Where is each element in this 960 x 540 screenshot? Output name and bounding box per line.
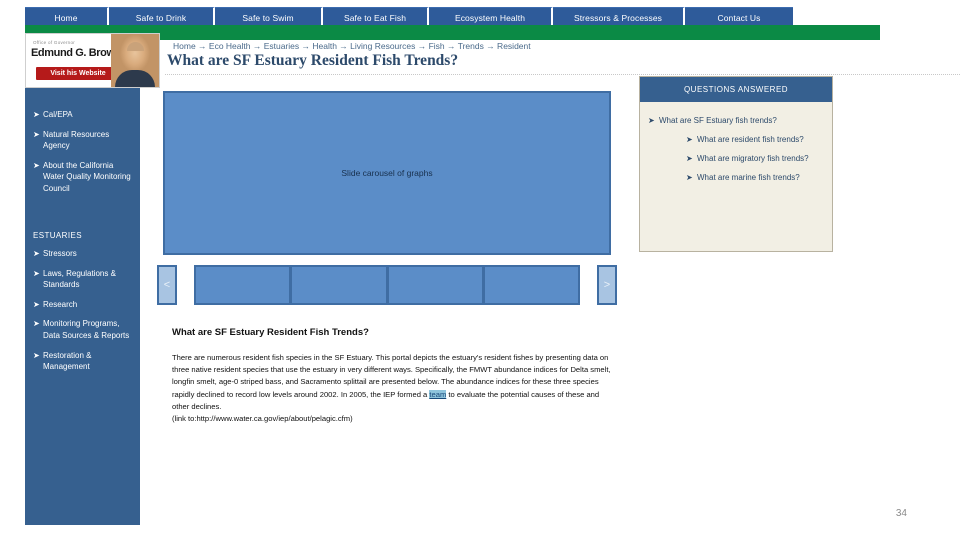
- carousel-thumbnails: [194, 265, 580, 305]
- badge-office-label: Office of Governor: [33, 40, 76, 45]
- sidebar-item-label: Stressors: [43, 249, 77, 258]
- sidebar-item-label: Cal/EPA: [43, 110, 73, 119]
- carousel-thumbnail[interactable]: [194, 265, 291, 305]
- arrow-bullet-icon: ➤: [33, 268, 40, 278]
- sidebar-item-research[interactable]: ➤ Research: [33, 299, 135, 311]
- qa-item-sf-estuary-fish-trends[interactable]: ➤ What are SF Estuary fish trends?: [648, 112, 824, 129]
- nav-tab-label: Safe to Eat Fish: [343, 13, 407, 23]
- sidebar-item-about-council[interactable]: ➤ About the California Water Quality Mon…: [33, 160, 135, 195]
- carousel-thumbnail[interactable]: [290, 265, 387, 305]
- sidebar-item-calepa[interactable]: ➤ Cal/EPA: [33, 109, 135, 121]
- sidebar-top-links: ➤ Cal/EPA ➤ Natural Resources Agency ➤ A…: [33, 109, 135, 203]
- arrow-bullet-icon: ➤: [33, 110, 40, 119]
- sidebar-item-monitoring-programs[interactable]: ➤ Monitoring Programs, Data Sources & Re…: [33, 318, 135, 341]
- left-sidebar: ➤ Cal/EPA ➤ Natural Resources Agency ➤ A…: [25, 33, 140, 525]
- page-title: What are SF Estuary Resident Fish Trends…: [167, 52, 459, 69]
- arrow-bullet-icon: ➤: [648, 116, 655, 125]
- sidebar-item-laws-regulations-standards[interactable]: ➤ Laws, Regulations & Standards: [33, 268, 135, 291]
- breadcrumb[interactable]: Home → Eco Health → Estuaries → Health →…: [173, 41, 531, 51]
- arrow-bullet-icon: ➤: [686, 154, 693, 163]
- sidebar-item-label: About the California Water Quality Monit…: [43, 160, 131, 193]
- badge-text-area: Office of Governor Edmund G. Brown Jr. V…: [26, 34, 136, 87]
- body-link-note: (link to:http://www.water.ca.gov/iep/abo…: [172, 414, 353, 424]
- governor-badge[interactable]: Office of Governor Edmund G. Brown Jr. V…: [25, 33, 160, 88]
- nav-tab-label: Safe to Swim: [242, 13, 294, 23]
- questions-answered-list: ➤ What are SF Estuary fish trends? ➤ Wha…: [640, 102, 832, 186]
- nav-tab-label: Stressors & Processes: [573, 13, 663, 23]
- questions-answered-header: QUESTIONS ANSWERED: [640, 77, 832, 102]
- sidebar-item-restoration-management[interactable]: ➤ Restoration & Management: [33, 350, 135, 373]
- qa-item-marine-fish-trends[interactable]: ➤ What are marine fish trends?: [686, 169, 824, 186]
- nav-tab-label: Contact Us: [717, 13, 761, 23]
- sidebar-item-label: Natural Resources Agency: [43, 129, 110, 151]
- governor-portrait-image: [111, 34, 159, 87]
- qa-item-label: What are migratory fish trends?: [697, 154, 809, 163]
- qa-item-label: What are marine fish trends?: [697, 173, 800, 182]
- arrow-bullet-icon: ➤: [686, 135, 693, 144]
- qa-item-label: What are resident fish trends?: [697, 135, 804, 144]
- arrow-bullet-icon: ➤: [33, 319, 40, 329]
- carousel-thumbnail[interactable]: [386, 265, 483, 305]
- carousel-thumbnail-row: < >: [157, 265, 617, 305]
- arrow-bullet-icon: ➤: [33, 160, 40, 170]
- nav-tab-label: Ecosystem Health: [454, 13, 526, 23]
- title-divider: [165, 74, 960, 76]
- team-link[interactable]: team: [429, 389, 447, 399]
- qa-item-label: What are SF Estuary fish trends?: [659, 116, 777, 125]
- arrow-bullet-icon: ➤: [686, 173, 693, 182]
- visit-website-button[interactable]: Visit his Website: [36, 67, 120, 80]
- sidebar-item-label: Monitoring Programs, Data Sources & Repo…: [43, 319, 130, 340]
- arrow-bullet-icon: ➤: [33, 129, 40, 139]
- sidebar-estuaries-section: ESTUARIES ➤ Stressors ➤ Laws, Regulation…: [33, 229, 135, 381]
- sidebar-item-natural-resources-agency[interactable]: ➤ Natural Resources Agency: [33, 129, 135, 152]
- slide-carousel-main[interactable]: Slide carousel of graphs: [163, 91, 611, 255]
- sidebar-item-label: Laws, Regulations & Standards: [43, 268, 116, 290]
- arrow-bullet-icon: ➤: [33, 299, 40, 309]
- nav-tab-label: Safe to Drink: [135, 13, 187, 23]
- carousel-next-arrow-icon[interactable]: >: [597, 265, 617, 305]
- arrow-bullet-icon: ➤: [33, 350, 40, 360]
- slide-carousel-placeholder-label: Slide carousel of graphs: [341, 168, 433, 178]
- carousel-prev-arrow-icon[interactable]: <: [157, 265, 177, 305]
- nav-tab-label: Home: [54, 13, 78, 23]
- carousel-thumbnail[interactable]: [482, 265, 580, 305]
- body-heading: What are SF Estuary Resident Fish Trends…: [172, 327, 369, 338]
- sidebar-item-label: Restoration & Management: [43, 350, 92, 372]
- body-paragraph: There are numerous resident fish species…: [172, 352, 612, 425]
- sidebar-section-heading: ESTUARIES: [33, 231, 82, 240]
- page-number: 34: [895, 508, 907, 519]
- arrow-bullet-icon: ➤: [33, 249, 40, 258]
- qa-item-migratory-fish-trends[interactable]: ➤ What are migratory fish trends?: [686, 150, 824, 167]
- qa-item-resident-fish-trends[interactable]: ➤ What are resident fish trends?: [686, 131, 824, 148]
- sidebar-item-label: Research: [43, 299, 78, 309]
- questions-answered-panel: QUESTIONS ANSWERED ➤ What are SF Estuary…: [639, 76, 833, 252]
- sidebar-item-stressors[interactable]: ➤ Stressors: [33, 248, 135, 260]
